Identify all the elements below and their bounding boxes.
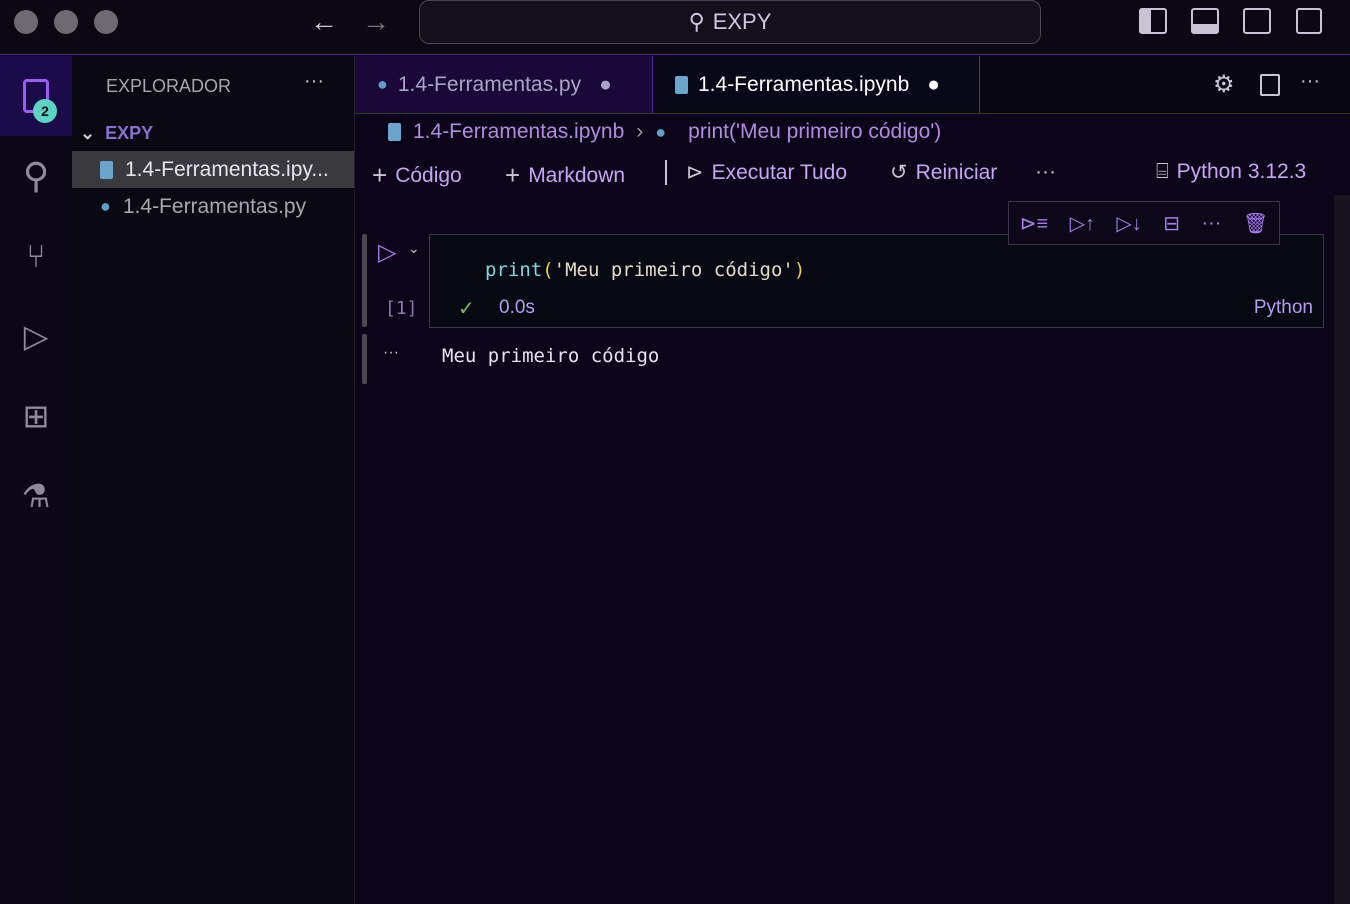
file-item-ipynb[interactable]: 1.4-Ferramentas.ipy... (72, 151, 354, 188)
execution-duration: 0.0s (499, 297, 535, 318)
cell-language[interactable]: Python (1254, 297, 1313, 319)
run-all-icon: ⊳ (686, 161, 704, 184)
command-center-search[interactable]: ⚲ EXPY (419, 0, 1041, 44)
cell-toolbar: ⊳≡ ▷↑ ▷↓ ⊟ ··· 🗑 (1008, 201, 1280, 245)
cell-focus-bar (362, 234, 367, 327)
extensions-icon[interactable]: ⊞ (0, 376, 72, 456)
tab-ipynb[interactable]: 1.4-Ferramentas.ipynb ● (653, 56, 980, 113)
unsaved-dot-icon: ● (599, 72, 612, 96)
explorer-icon[interactable]: 2 (0, 56, 72, 136)
title-bar: ← → ⚲ EXPY (0, 0, 1350, 55)
chevron-down-icon[interactable]: ⌄ (408, 240, 420, 257)
restart-icon: ↺ (890, 161, 908, 184)
explorer-title: EXPLORADOR (106, 76, 232, 96)
forward-arrow-icon[interactable]: → (362, 6, 390, 38)
toggle-panel-icon[interactable] (1191, 8, 1219, 34)
editor-tabs: ● 1.4-Ferramentas.py ● 1.4-Ferramentas.ipy… (355, 56, 1350, 114)
success-check-icon: ✓ (458, 298, 475, 320)
breadcrumb-file[interactable]: 1.4-Ferramentas.ipynb (413, 120, 624, 144)
execution-count: [1] (385, 298, 418, 319)
breadcrumb-symbol[interactable]: print('Meu primeiro código') (688, 120, 941, 144)
more-actions-icon[interactable]: ··· (1300, 70, 1320, 93)
search-icon: ⚲ (688, 9, 705, 34)
scrollbar[interactable] (1334, 195, 1350, 904)
chevron-right-icon: › (636, 120, 644, 143)
run-debug-icon[interactable]: ▷ (0, 296, 72, 376)
execute-below-icon[interactable]: ▷↓ (1116, 211, 1141, 236)
explorer-sidebar: EXPLORADOR ··· ⌄ EXPY 1.4-Ferramentas.ipy… (72, 56, 355, 904)
back-arrow-icon[interactable]: ← (310, 6, 338, 38)
testing-flask-icon[interactable]: ⚗ (0, 456, 72, 536)
code-cell[interactable]: print('Meu primeiro código') ✓ 0.0s Pyth… (429, 234, 1324, 328)
explorer-badge: 2 (33, 99, 57, 123)
split-editor-icon[interactable] (1260, 74, 1280, 96)
output-bar (362, 334, 367, 384)
settings-gear-icon[interactable]: ⚙ (1213, 70, 1235, 99)
cell-output: Meu primeiro código (442, 345, 660, 367)
run-cell-icon[interactable]: ▷ (378, 238, 396, 267)
more-toolbar-icon[interactable]: ··· (1035, 160, 1056, 184)
tab-py[interactable]: ● 1.4-Ferramentas.py ● (355, 56, 653, 113)
notebook-icon (100, 160, 113, 179)
execute-above-icon[interactable]: ▷↑ (1070, 211, 1095, 236)
kernel-picker[interactable]: ⌸ Python 3.12.3 (1156, 160, 1306, 184)
breadcrumb: 1.4-Ferramentas.ipynb › ● print('Meu pri… (388, 120, 941, 144)
toggle-primary-sidebar-icon[interactable] (1139, 8, 1167, 34)
run-all-button[interactable]: ⊳ Executar Tudo (686, 160, 847, 185)
output-more-icon[interactable]: ··· (383, 344, 399, 362)
restart-button[interactable]: ↺ Reiniciar (890, 160, 997, 185)
add-code-cell-button[interactable]: + Código (372, 160, 462, 191)
activity-bar: 2 ⚲ ⑂ ▷ ⊞ ⚗ (0, 56, 72, 904)
toolbar-divider (665, 160, 667, 185)
search-icon[interactable]: ⚲ (0, 136, 72, 216)
split-cell-icon[interactable]: ⊟ (1163, 211, 1180, 236)
more-actions-icon[interactable]: ··· (304, 70, 324, 93)
chevron-down-icon: ⌄ (80, 122, 96, 143)
add-markdown-cell-button[interactable]: + Markdown (505, 160, 625, 191)
python-icon: ● (655, 121, 667, 142)
delete-cell-icon[interactable]: 🗑 (1243, 211, 1268, 236)
toggle-secondary-sidebar-icon[interactable] (1243, 8, 1271, 34)
close-window-button[interactable] (14, 10, 38, 34)
customize-layout-icon[interactable] (1296, 8, 1322, 34)
more-cell-actions-icon[interactable]: ··· (1201, 212, 1221, 235)
file-item-py[interactable]: ● 1.4-Ferramentas.py (72, 188, 354, 225)
folder-expy[interactable]: ⌄ EXPY (72, 116, 354, 150)
source-control-icon[interactable]: ⑂ (0, 216, 72, 296)
notebook-icon (675, 75, 688, 94)
python-icon: ● (100, 196, 111, 216)
run-by-line-icon[interactable]: ⊳≡ (1020, 211, 1048, 236)
minimize-window-button[interactable] (54, 10, 78, 34)
unsaved-dot-icon: ● (927, 72, 940, 96)
python-icon: ● (377, 74, 388, 94)
maximize-window-button[interactable] (94, 10, 118, 34)
notebook-icon (388, 123, 401, 141)
kernel-icon: ⌸ (1156, 160, 1169, 183)
plus-icon: + (372, 160, 388, 190)
code-line[interactable]: print('Meu primeiro código') (485, 259, 805, 281)
plus-icon: + (505, 160, 521, 190)
